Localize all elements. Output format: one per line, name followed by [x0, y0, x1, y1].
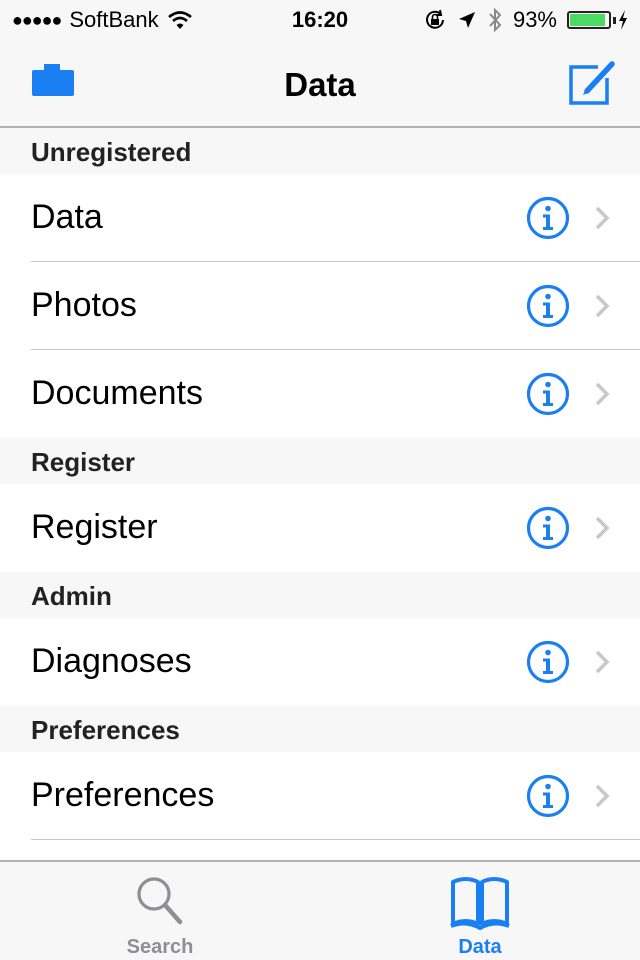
rotation-lock-icon	[425, 9, 444, 29]
info-icon[interactable]	[526, 196, 570, 240]
search-icon	[137, 877, 183, 925]
info-icon[interactable]	[526, 506, 570, 550]
battery-tip	[613, 16, 616, 24]
list-item-label: Data	[31, 198, 103, 236]
list-item-label: Photos	[31, 286, 137, 324]
list-item-label: Register	[31, 508, 158, 546]
section-header-unregistered: Unregistered	[0, 128, 640, 174]
section-header-preferences: Preferences	[0, 706, 640, 752]
tab-bar: Search Data	[0, 860, 640, 960]
compose-icon	[569, 61, 615, 105]
section-header-admin: Admin	[0, 572, 640, 618]
chevron-right-icon	[595, 650, 610, 674]
list-item-register[interactable]: Register	[0, 484, 640, 572]
compose-button[interactable]	[568, 58, 618, 108]
list-item-label: Documents	[31, 374, 203, 412]
list-item-data[interactable]: Data	[0, 174, 640, 262]
list-item-label: Preferences	[31, 776, 215, 814]
bluetooth-icon	[489, 7, 502, 33]
chevron-right-icon	[595, 382, 610, 406]
location-arrow-icon	[458, 12, 475, 28]
battery-percent: 93%	[512, 7, 557, 32]
list-item-photos[interactable]: Photos	[0, 262, 640, 350]
battery-level	[570, 14, 606, 26]
page-title: Data	[284, 66, 356, 103]
chevron-right-icon	[595, 206, 610, 230]
chevron-right-icon	[595, 516, 610, 540]
tab-search[interactable]: Search	[0, 862, 320, 960]
info-icon[interactable]	[526, 774, 570, 818]
info-icon[interactable]	[526, 640, 570, 684]
book-icon	[450, 877, 510, 930]
tab-label: Search	[126, 936, 194, 958]
list-item-label: Diagnoses	[31, 642, 192, 680]
navigation-bar: Data	[0, 40, 640, 128]
status-bar: ●●●●● SoftBank 16:20 93%	[0, 0, 640, 40]
tab-label: Data	[458, 936, 502, 958]
list-item-diagnoses[interactable]: Diagnoses	[0, 618, 640, 706]
battery-icon	[567, 11, 611, 29]
list-item-documents[interactable]: Documents	[0, 350, 640, 438]
info-icon[interactable]	[526, 372, 570, 416]
table-view: Unregistered Data Photos Documents Regis…	[0, 128, 640, 870]
tab-data[interactable]: Data	[320, 862, 640, 960]
charging-bolt-icon	[619, 10, 627, 30]
chevron-right-icon	[595, 294, 610, 318]
chevron-right-icon	[595, 784, 610, 808]
section-header-register: Register	[0, 438, 640, 484]
info-icon[interactable]	[526, 284, 570, 328]
list-item-preferences[interactable]: Preferences	[0, 752, 640, 840]
